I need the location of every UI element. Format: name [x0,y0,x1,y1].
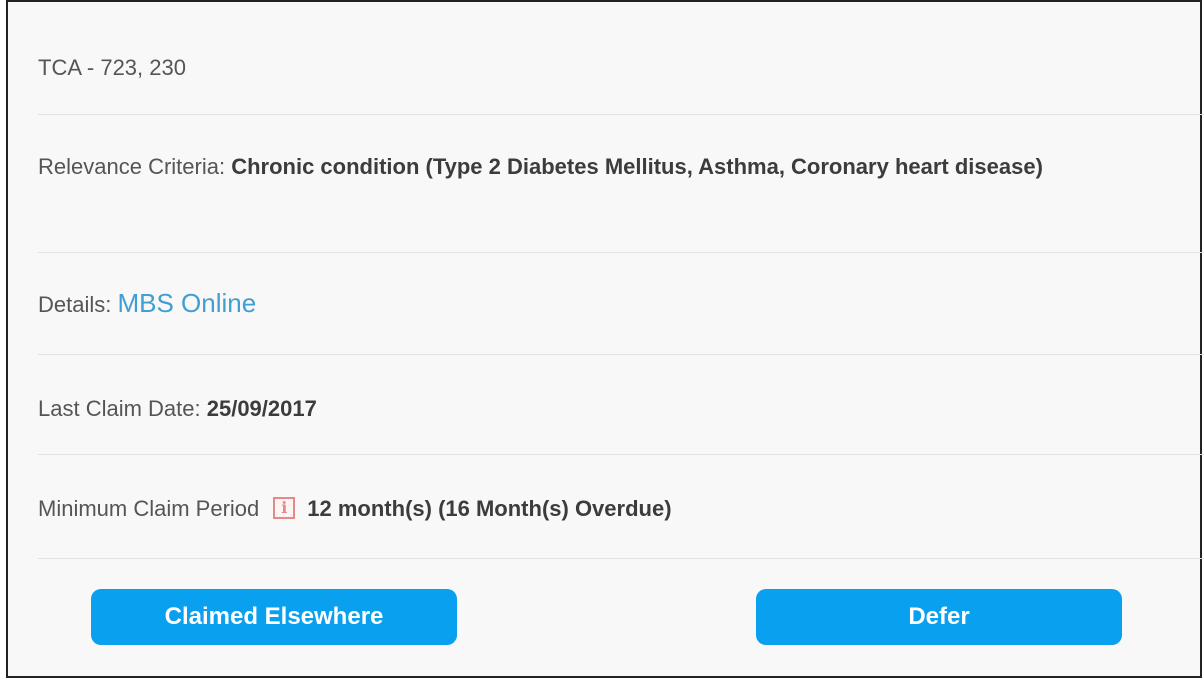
last-claim-date-value: 25/09/2017 [206,396,317,421]
defer-button[interactable]: Defer [756,589,1122,645]
item-code: TCA - 723, 230 [38,55,186,80]
relevance-criteria-value: Chronic condition (Type 2 Diabetes Melli… [231,154,1043,179]
info-icon[interactable]: i [273,497,296,520]
item-code-row: TCA - 723, 230 [38,2,1204,115]
details-label: Details: [38,292,118,317]
minimum-claim-period-value: 12 month(s) (16 Month(s) Overdue) [307,496,672,521]
last-claim-date-label: Last Claim Date: [38,396,207,421]
details-row: Details: MBS Online [38,253,1204,355]
minimum-claim-period-label: Minimum Claim Period [38,496,260,521]
relevance-criteria-row: Relevance Criteria: Chronic condition (T… [38,115,1204,253]
minimum-claim-period-row: Minimum Claim Period i 12 month(s) (16 Mon… [38,455,1204,559]
claimed-elsewhere-button[interactable]: Claimed Elsewhere [91,589,457,645]
last-claim-date-row: Last Claim Date: 25/09/2017 [38,355,1204,455]
relevance-criteria-label: Relevance Criteria: [38,154,232,179]
mbs-online-link[interactable]: MBS Online [117,288,256,318]
claim-item-panel: TCA - 723, 230 Relevance Criteria: Chron… [6,0,1204,678]
